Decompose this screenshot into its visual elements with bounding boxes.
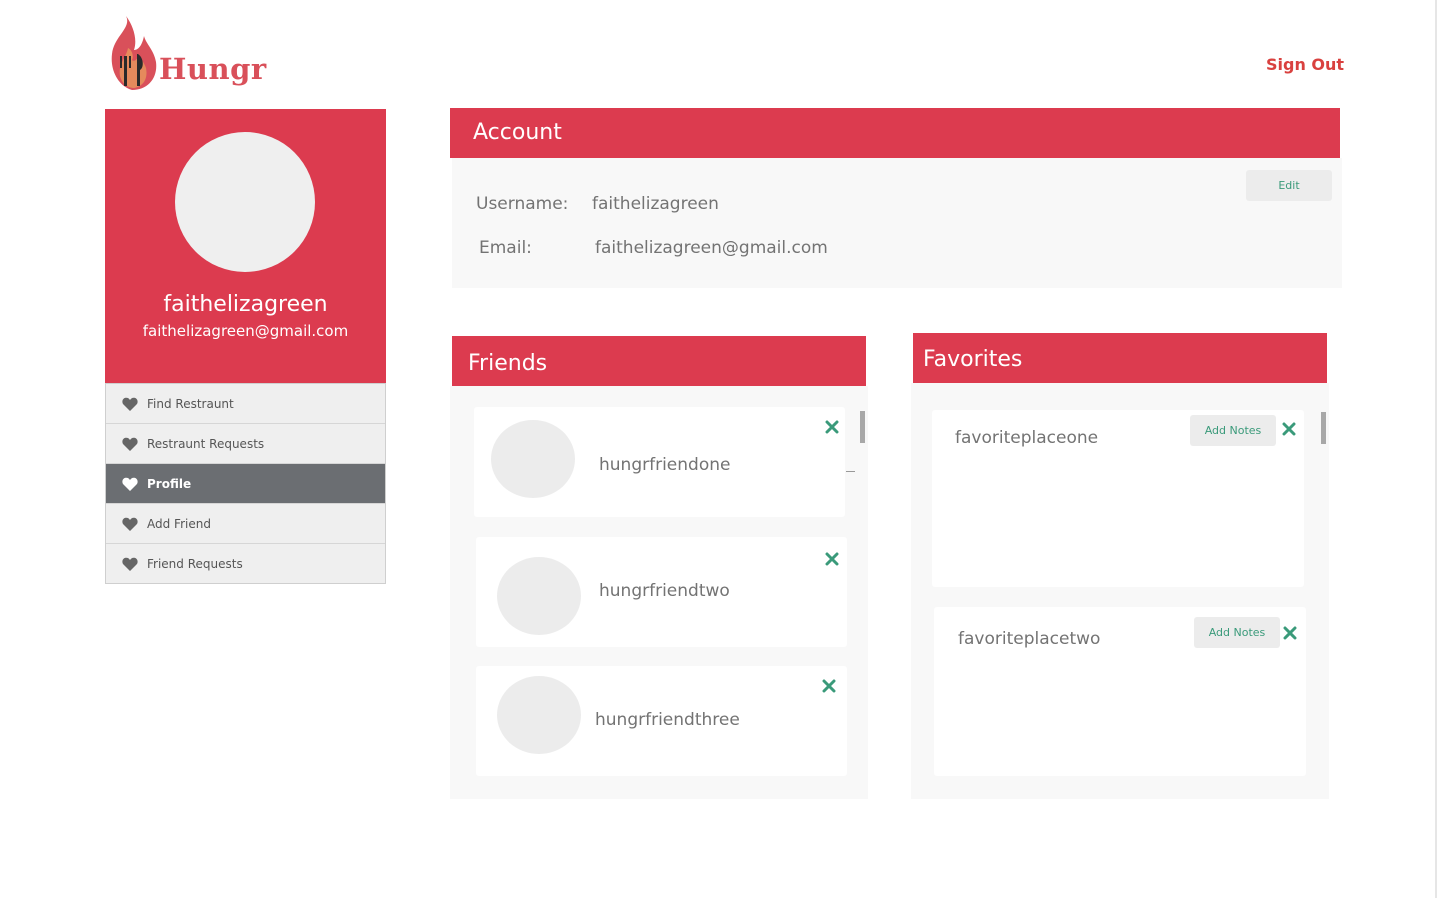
favorites-title: Favorites bbox=[923, 347, 1023, 372]
friends-panel: hungrfriendone hungrfriendtwo hungrfrien… bbox=[450, 386, 868, 799]
favorite-card: favoriteplacetwo Add Notes bbox=[934, 607, 1306, 776]
sign-out-link[interactable]: Sign Out bbox=[1266, 55, 1344, 74]
heart-icon bbox=[122, 437, 138, 451]
friends-scrollbar[interactable] bbox=[860, 411, 865, 443]
friends-header: Friends bbox=[452, 336, 866, 386]
favorite-name[interactable]: favoriteplaceone bbox=[955, 428, 1098, 448]
profile-email: faithelizagreen@gmail.com bbox=[142, 322, 349, 340]
account-panel: Edit Username: faithelizagreen Email: fa… bbox=[452, 158, 1342, 288]
friend-card: hungrfriendtwo bbox=[476, 537, 847, 647]
friend-avatar[interactable] bbox=[497, 676, 581, 754]
add-notes-button[interactable]: Add Notes bbox=[1190, 415, 1276, 446]
hungr-logo[interactable]: Hungr bbox=[104, 14, 266, 92]
sidebar-nav: Find Restraunt Restraunt Requests Profil… bbox=[105, 383, 386, 584]
scroll-divider bbox=[846, 471, 855, 472]
sidebar-item-label: Restraunt Requests bbox=[147, 436, 265, 451]
account-header: Account bbox=[450, 108, 1340, 158]
heart-icon bbox=[122, 557, 138, 571]
favorites-scrollbar[interactable] bbox=[1321, 412, 1326, 444]
heart-icon bbox=[122, 517, 138, 531]
favorites-panel: favoriteplaceone Add Notes favoriteplace… bbox=[911, 383, 1329, 799]
friend-name[interactable]: hungrfriendone bbox=[599, 455, 730, 475]
edit-button[interactable]: Edit bbox=[1246, 170, 1332, 201]
username-label: Username: bbox=[476, 194, 569, 214]
heart-icon bbox=[122, 477, 138, 491]
logo-text: Hungr bbox=[159, 52, 267, 86]
friend-avatar[interactable] bbox=[491, 420, 575, 498]
favorite-name[interactable]: favoriteplacetwo bbox=[958, 629, 1100, 649]
favorites-header: Favorites bbox=[913, 333, 1327, 383]
heart-icon bbox=[122, 397, 138, 411]
add-notes-button[interactable]: Add Notes bbox=[1194, 617, 1280, 648]
window-edge bbox=[1435, 0, 1437, 898]
email-value: faithelizagreen@gmail.com bbox=[595, 238, 828, 258]
friend-card: hungrfriendthree bbox=[476, 666, 847, 776]
friend-name[interactable]: hungrfriendtwo bbox=[599, 581, 730, 601]
avatar[interactable] bbox=[175, 132, 315, 272]
profile-username: faithelizagreen bbox=[163, 292, 328, 317]
friend-card: hungrfriendone bbox=[474, 407, 845, 517]
account-title: Account bbox=[473, 120, 562, 145]
sidebar-item-label: Profile bbox=[147, 476, 192, 491]
sidebar-item-label: Friend Requests bbox=[147, 556, 243, 571]
sidebar-item-label: Find Restraunt bbox=[147, 396, 234, 411]
email-label: Email: bbox=[479, 238, 532, 258]
friend-name[interactable]: hungrfriendthree bbox=[595, 710, 740, 730]
close-icon[interactable] bbox=[825, 420, 839, 434]
sidebar-item-restraunt-requests[interactable]: Restraunt Requests bbox=[106, 423, 385, 463]
flame-logo-icon bbox=[111, 16, 157, 90]
sidebar-item-friend-requests[interactable]: Friend Requests bbox=[106, 543, 385, 583]
username-value: faithelizagreen bbox=[592, 194, 719, 214]
sidebar-item-find-restraunt[interactable]: Find Restraunt bbox=[106, 384, 385, 423]
sidebar-item-label: Add Friend bbox=[147, 516, 211, 531]
sidebar-item-profile[interactable]: Profile bbox=[106, 463, 385, 503]
sidebar-item-add-friend[interactable]: Add Friend bbox=[106, 503, 385, 543]
close-icon[interactable] bbox=[822, 679, 836, 693]
profile-card: faithelizagreen faithelizagreen@gmail.co… bbox=[105, 109, 386, 384]
friend-avatar[interactable] bbox=[497, 557, 581, 635]
close-icon[interactable] bbox=[825, 552, 839, 566]
friends-title: Friends bbox=[468, 351, 548, 376]
favorite-card: favoriteplaceone Add Notes bbox=[932, 410, 1304, 587]
close-icon[interactable] bbox=[1283, 626, 1297, 640]
close-icon[interactable] bbox=[1282, 422, 1296, 436]
